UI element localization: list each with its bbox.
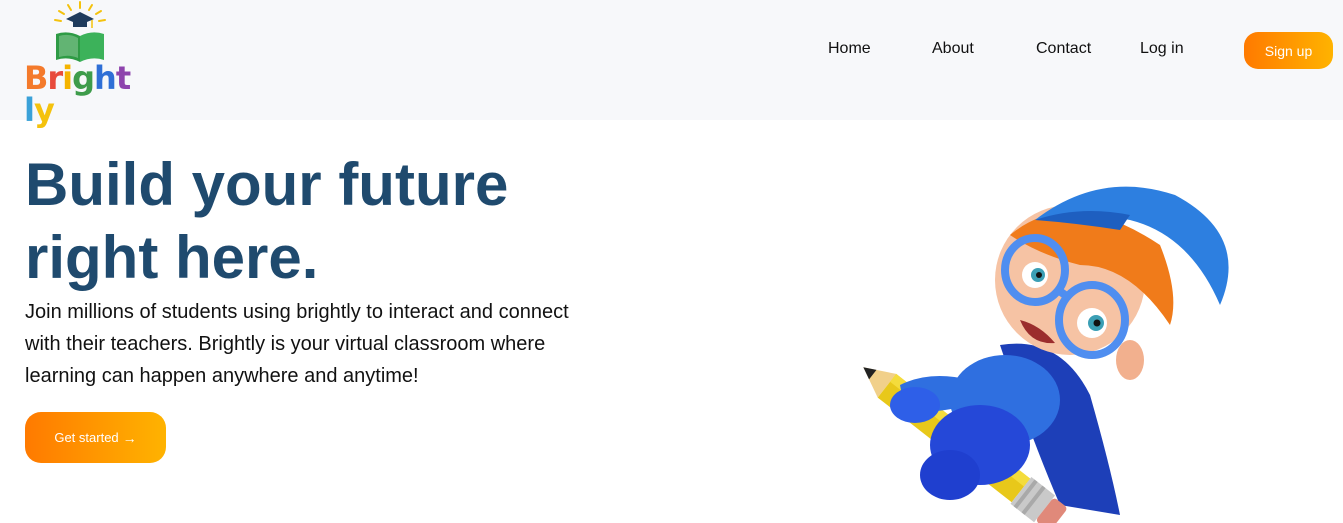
arrow-right-icon: → [122,429,137,446]
nav-contact-link[interactable]: Contact [1036,40,1091,58]
logo-letter: r [47,59,63,97]
logo-letter: B [24,59,48,97]
brightly-logo[interactable]: Bright ly [22,0,134,126]
hero-title-line2: right here. [25,224,319,291]
nav-about-link[interactable]: About [932,40,974,58]
hero-title-line1: Build your future [25,151,509,218]
logo-letter: t [115,59,131,97]
get-started-button[interactable]: Get started → [25,412,166,463]
logo-letter: h [94,59,117,97]
site-header: Bright ly Home About Contact Log in Sign … [0,0,1343,126]
logo-letter: g [72,59,95,97]
signup-button[interactable]: Sign up [1244,32,1333,69]
kid-riding-pencil-illustration [863,186,1229,523]
nav-home-link[interactable]: Home [828,40,871,58]
logo-wordmark: Bright ly [24,62,134,126]
logo-letter: y [33,91,55,129]
book-graduation-cap-icon [54,1,106,62]
hero-title: Build your future right here. [25,148,645,294]
nav-login-link[interactable]: Log in [1140,40,1184,58]
logo-letter: i [62,59,73,97]
logo-letter: l [24,91,35,129]
hero-description: Join millions of students using brightly… [25,301,569,387]
get-started-label: Get started [54,430,119,445]
